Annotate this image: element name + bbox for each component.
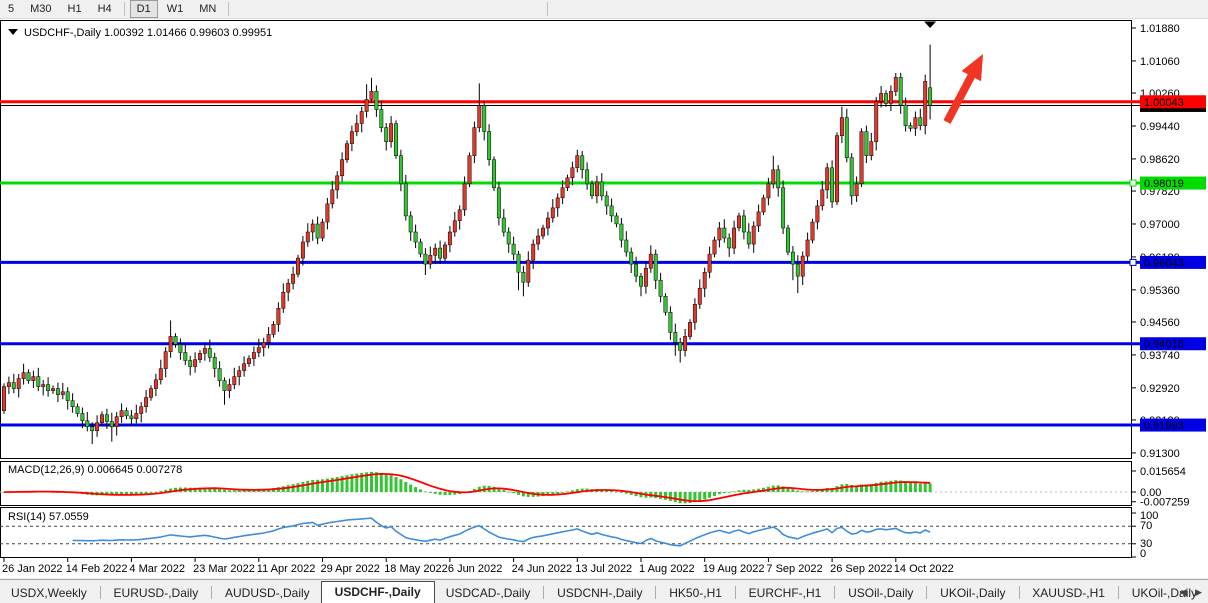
hline-price-label: 0.94018	[1140, 337, 1206, 351]
timeframe-button-5[interactable]: 5	[1, 0, 21, 18]
timeframe-button-W1[interactable]: W1	[160, 0, 191, 18]
chart-tab-audusd-daily[interactable]: AUDUSD-,Daily	[214, 583, 321, 603]
tab-separator	[735, 586, 736, 599]
tab-separator	[1118, 586, 1119, 599]
tab-separator	[211, 586, 212, 599]
chart-tab-usdcad-daily[interactable]: USDCAD-,Daily	[435, 583, 542, 603]
tab-separator	[1019, 586, 1020, 599]
svg-text:-0.007259: -0.007259	[1140, 497, 1190, 509]
svg-text:0.015654: 0.015654	[1140, 466, 1186, 478]
svg-text:0.91300: 0.91300	[1140, 448, 1180, 460]
chart-title: USDCHF-,Daily 1.00392 1.01466 0.99603 0.…	[8, 27, 272, 39]
svg-text:6 Jun 2022: 6 Jun 2022	[448, 563, 502, 575]
svg-text:24 Jun 2022: 24 Jun 2022	[512, 563, 573, 575]
tab-scroll-arrows-icon[interactable]: ◀ ▶	[1180, 587, 1205, 598]
svg-text:0.94018: 0.94018	[1144, 339, 1184, 351]
svg-text:0.97000: 0.97000	[1140, 219, 1180, 231]
rsi-pane	[1, 508, 1132, 558]
svg-text:0: 0	[1140, 548, 1146, 560]
svg-text:0.92920: 0.92920	[1140, 383, 1180, 395]
svg-text:0.91993: 0.91993	[1144, 420, 1184, 432]
svg-text:0.93740: 0.93740	[1140, 350, 1180, 362]
timeframe-button-H4[interactable]: H4	[91, 0, 119, 18]
svg-text:70: 70	[1140, 520, 1152, 532]
hline-handle[interactable]	[1130, 259, 1136, 265]
svg-text:USDCHF-,Daily 1.00392 1.01466: USDCHF-,Daily 1.00392 1.01466 0.99603 0.…	[24, 27, 272, 39]
hline-price-label: 0.91993	[1140, 419, 1206, 433]
tab-separator	[100, 586, 101, 599]
svg-text:0.96043: 0.96043	[1144, 257, 1184, 269]
rsi-label: RSI(14) 57.0559	[8, 511, 89, 523]
svg-text:14 Feb 2022: 14 Feb 2022	[66, 563, 128, 575]
timeframe-button-D1[interactable]: D1	[130, 0, 158, 18]
tab-separator	[926, 586, 927, 599]
svg-text:0.98019: 0.98019	[1144, 178, 1184, 190]
timeframe-toolbar: 5M30H1H4 D1W1MN	[0, 0, 1208, 19]
svg-text:1.00043: 1.00043	[1144, 97, 1184, 109]
chart-tab-xauusd-h1[interactable]: XAUUSD-,H1	[1021, 583, 1116, 603]
tab-separator	[543, 586, 544, 599]
svg-text:18 May 2022: 18 May 2022	[384, 563, 448, 575]
chart-tab-usoil-daily[interactable]: USOil-,Daily	[837, 583, 924, 603]
timeframe-button-M30[interactable]: M30	[23, 0, 58, 18]
chart-tab-eurusd-daily[interactable]: EURUSD-,Daily	[103, 583, 210, 603]
svg-text:1.01060: 1.01060	[1140, 56, 1180, 68]
svg-text:4 Mar 2022: 4 Mar 2022	[129, 563, 185, 575]
toolbar-separator	[228, 2, 229, 16]
svg-text:0.99440: 0.99440	[1140, 121, 1180, 133]
chart-tab-hk50-h1[interactable]: HK50-,H1	[658, 583, 733, 603]
svg-text:0.94560: 0.94560	[1140, 317, 1180, 329]
macd-label: MACD(12,26,9) 0.006645 0.007278	[8, 464, 182, 476]
chart-tab-ukoil-daily[interactable]: UKOil-,Daily	[929, 583, 1016, 603]
svg-text:26 Sep 2022: 26 Sep 2022	[830, 563, 892, 575]
tab-separator	[655, 586, 656, 599]
chart-tab-usdx-weekly[interactable]: USDX,Weekly	[0, 583, 98, 603]
svg-text:0.98620: 0.98620	[1140, 154, 1180, 166]
chart-tab-eurchf-h1[interactable]: EURCHF-,H1	[738, 583, 833, 603]
timeframe-button-MN[interactable]: MN	[192, 0, 223, 18]
chart-tab-usdchf-daily[interactable]: USDCHF-,Daily	[321, 581, 435, 603]
mt4-window: { "toolbar": {"buttons": ["5","M30","H1"…	[0, 0, 1208, 603]
svg-text:19 Aug 2022: 19 Aug 2022	[703, 563, 765, 575]
svg-text:7 Sep 2022: 7 Sep 2022	[766, 563, 822, 575]
hline-price-label: 0.96043	[1140, 256, 1206, 270]
svg-text:13 Jul 2022: 13 Jul 2022	[575, 563, 632, 575]
svg-text:26 Jan 2022: 26 Jan 2022	[2, 563, 63, 575]
chart-tab-usdcnh-daily[interactable]: USDCNH-,Daily	[546, 583, 653, 603]
hline-price-label: 1.00043	[1140, 95, 1206, 109]
hline-handle[interactable]	[1130, 180, 1136, 186]
svg-text:11 Apr 2022: 11 Apr 2022	[257, 563, 316, 575]
chart-canvas[interactable]: 1.018801.010601.002600.994400.986200.978…	[0, 0, 1208, 603]
svg-text:1 Aug 2022: 1 Aug 2022	[639, 563, 695, 575]
timeframe-button-H1[interactable]: H1	[61, 0, 89, 18]
svg-text:1.01880: 1.01880	[1140, 23, 1180, 35]
svg-text:14 Oct 2022: 14 Oct 2022	[894, 563, 954, 575]
svg-text:23 Mar 2022: 23 Mar 2022	[193, 563, 255, 575]
hline-price-label: 0.98019	[1140, 177, 1206, 191]
tab-separator	[834, 586, 835, 599]
svg-text:0.95360: 0.95360	[1140, 285, 1180, 297]
toolbar-separator	[124, 2, 125, 16]
svg-text:29 Apr 2022: 29 Apr 2022	[321, 563, 380, 575]
chart-tabs-bar: USDX,WeeklyEURUSD-,DailyAUDUSD-,DailyUSD…	[0, 579, 1208, 603]
toolbar-separator	[547, 2, 548, 16]
